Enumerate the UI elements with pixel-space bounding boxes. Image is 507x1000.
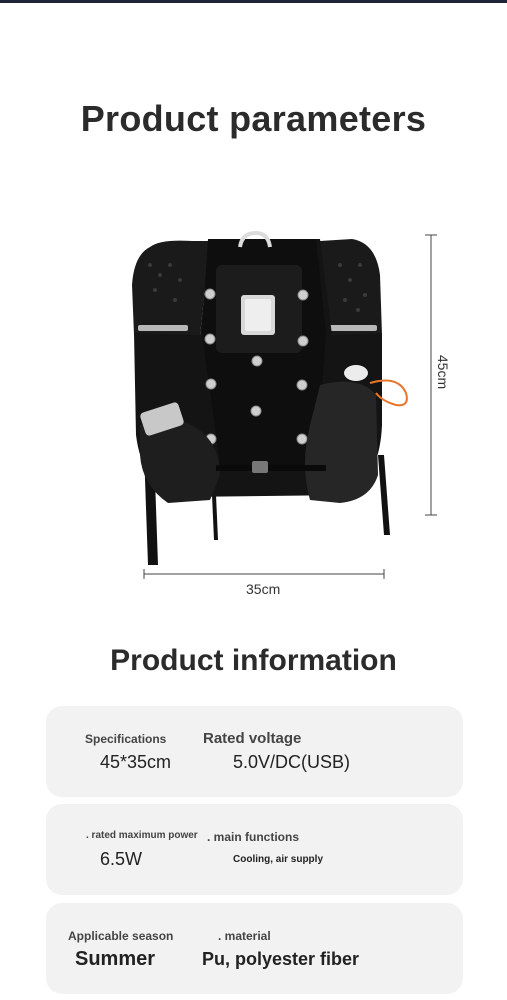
material-label: . material <box>218 929 271 943</box>
spec-card-season: Applicable season Summer . material Pu, … <box>46 903 463 994</box>
rated-max-power-value: 6.5W <box>100 849 143 869</box>
product-information-title: Product information <box>110 644 397 677</box>
applicable-season-value: Summer <box>75 948 156 970</box>
spec-card-power: . rated maximum power 6.5W . main functi… <box>46 804 463 895</box>
width-dimension-label: 35cm <box>246 581 281 597</box>
main-functions-value: Cooling, air supply <box>233 854 324 865</box>
rated-voltage-value: 5.0V/DC(USB) <box>233 752 351 772</box>
applicable-season-label: Applicable season <box>68 929 174 943</box>
rated-voltage-label: Rated voltage <box>203 730 302 747</box>
height-dimension-label: 45cm <box>435 354 452 390</box>
main-functions-label: . main functions <box>207 830 300 844</box>
top-bar <box>0 0 507 3</box>
spec-card-specifications: Specifications 45*35cm Rated voltage 5.0… <box>46 706 463 797</box>
product-parameters-title: Product parameters <box>80 98 427 139</box>
rated-max-power-label: . rated maximum power <box>86 830 198 841</box>
vest-backpack-image <box>132 230 437 579</box>
specifications-value: 45*35cm <box>100 752 172 772</box>
material-value: Pu, polyester fiber <box>202 949 360 969</box>
specifications-label: Specifications <box>85 732 167 746</box>
width-dimension-line <box>143 569 385 579</box>
